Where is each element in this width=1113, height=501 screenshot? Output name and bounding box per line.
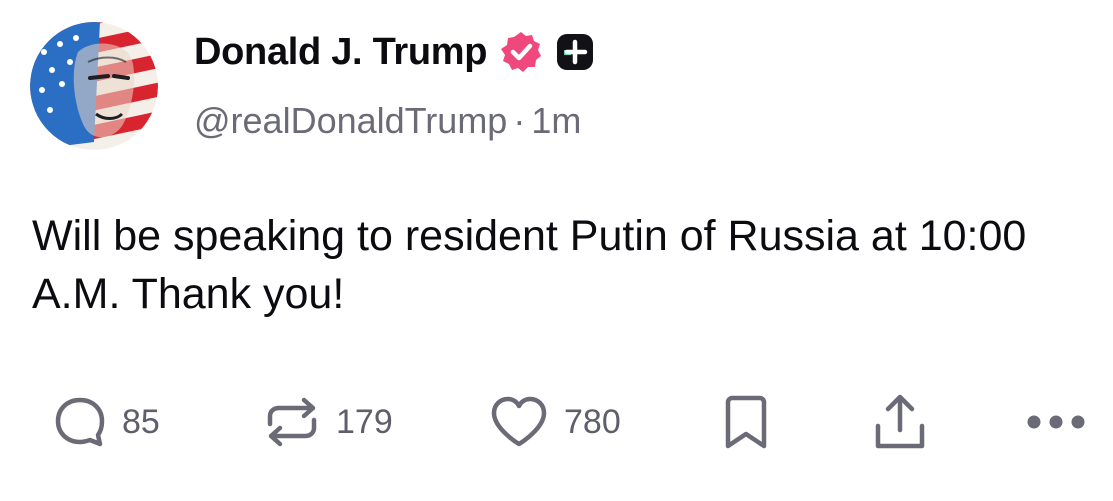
repost-button[interactable]: 179: [262, 390, 393, 454]
author-name-row: Donald J. Trump: [194, 28, 595, 76]
like-count: 780: [564, 402, 621, 441]
verified-badge-icon: [501, 32, 542, 72]
meta-separator: ·: [513, 100, 526, 141]
repost-icon: [267, 397, 317, 447]
post-card: Donald J. Trump @realDonaldTrump · 1m Will…: [0, 0, 1113, 501]
action-bar: 85 179 780: [0, 390, 1113, 454]
author-handle[interactable]: @realDonaldTrump: [194, 100, 507, 141]
author-meta: @realDonaldTrump · 1m: [194, 100, 581, 142]
more-options-button[interactable]: [1024, 390, 1088, 454]
repost-count: 179: [336, 402, 393, 441]
share-icon: [875, 394, 925, 449]
bookmark-button[interactable]: [720, 390, 772, 454]
share-button[interactable]: [870, 390, 930, 454]
author-display-name[interactable]: Donald J. Trump: [194, 31, 488, 74]
avatar-image: [30, 22, 158, 150]
like-button[interactable]: 780: [488, 390, 621, 454]
more-icon: [1027, 415, 1085, 429]
reply-button[interactable]: 85: [52, 390, 160, 454]
bookmark-icon: [725, 395, 767, 449]
author-avatar[interactable]: [30, 22, 158, 150]
post-timestamp[interactable]: 1m: [531, 100, 581, 141]
reply-icon: [55, 397, 105, 447]
reply-count: 85: [122, 402, 160, 441]
post-body-text: Will be speaking to resident Putin of Ru…: [32, 212, 1027, 318]
plus-badge-icon: [557, 34, 594, 70]
like-icon: [491, 396, 547, 447]
